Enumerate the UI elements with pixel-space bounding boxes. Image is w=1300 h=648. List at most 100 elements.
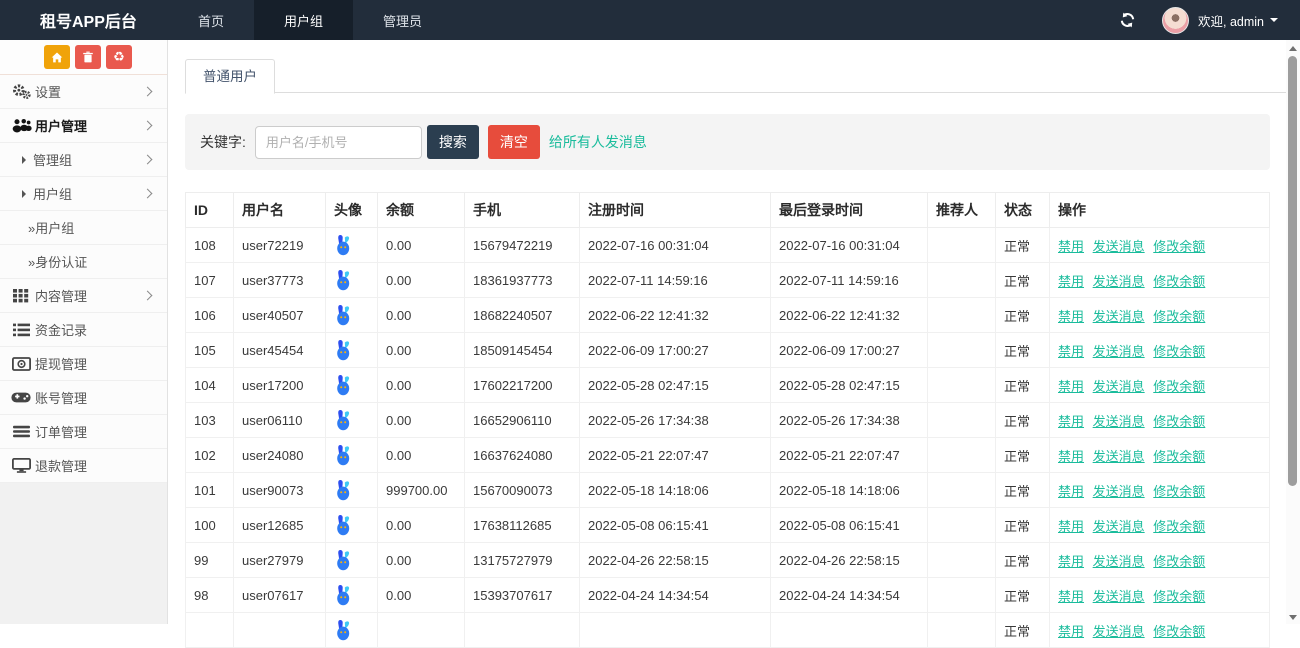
edit-balance-link[interactable]: 修改余额 (1153, 239, 1205, 254)
col-header-status: 状态 (996, 193, 1050, 228)
sidebar-item-label: 管理组 (33, 150, 72, 169)
home-button[interactable] (44, 45, 70, 69)
disable-link[interactable]: 禁用 (1058, 554, 1084, 569)
cell-registered: 2022-05-21 22:07:47 (580, 438, 771, 473)
sidebar: ♻ 设置 用户管理 管理组 用 (0, 40, 168, 624)
sidebar-item-account-management[interactable]: 账号管理 (0, 381, 167, 415)
nav-tab-admin[interactable]: 管理员 (353, 0, 452, 40)
cell-balance: 0.00 (378, 438, 465, 473)
sidebar-item-user-management[interactable]: 用户管理 (0, 109, 167, 143)
nav-tab-home[interactable]: 首页 (168, 0, 254, 40)
send-message-link[interactable]: 发送消息 (1093, 274, 1145, 289)
recycle-button[interactable]: ♻ (106, 45, 132, 69)
sidebar-item-user-group-sub[interactable]: »用户组 (0, 211, 167, 245)
sidebar-item-fund-records[interactable]: 资金记录 (0, 313, 167, 347)
edit-balance-link[interactable]: 修改余额 (1153, 449, 1205, 464)
sidebar-item-admin-group[interactable]: 管理组 (0, 143, 167, 177)
edit-balance-link[interactable]: 修改余额 (1153, 414, 1205, 429)
cell-username: user27979 (234, 543, 326, 578)
col-header-actions: 操作 (1050, 193, 1270, 228)
main-content: 普通用户 关键字: 搜索 清空 给所有人发消息 ID 用户名 头像 余额 手机 … (168, 40, 1286, 624)
send-message-link[interactable]: 发送消息 (1093, 554, 1145, 569)
sidebar-item-identity-verify[interactable]: »身份认证 (0, 245, 167, 279)
cell-actions: 禁用 发送消息 修改余额 (1050, 438, 1270, 473)
cell-registered: 2022-07-11 14:59:16 (580, 263, 771, 298)
sidebar-item-order-management[interactable]: 订单管理 (0, 415, 167, 449)
cell-referrer (928, 613, 996, 648)
edit-balance-link[interactable]: 修改余额 (1153, 379, 1205, 394)
send-message-link[interactable]: 发送消息 (1093, 484, 1145, 499)
cell-status: 正常 (996, 403, 1050, 438)
cell-last-login: 2022-05-21 22:07:47 (771, 438, 928, 473)
disable-link[interactable]: 禁用 (1058, 239, 1084, 254)
sidebar-item-content-management[interactable]: 内容管理 (0, 279, 167, 313)
col-header-balance: 余额 (378, 193, 465, 228)
page-tabbar: 普通用户 (185, 58, 1286, 93)
scroll-up-icon[interactable] (1289, 46, 1297, 51)
table-row: 108 user72219 0.00 15679472219 2022-07-1… (186, 228, 1270, 263)
cell-status: 正常 (996, 228, 1050, 263)
tab-normal-users[interactable]: 普通用户 (185, 59, 275, 94)
disable-link[interactable]: 禁用 (1058, 414, 1084, 429)
edit-balance-link[interactable]: 修改余额 (1153, 274, 1205, 289)
send-message-link[interactable]: 发送消息 (1093, 379, 1145, 394)
send-message-link[interactable]: 发送消息 (1093, 449, 1145, 464)
edit-balance-link[interactable]: 修改余额 (1153, 484, 1205, 499)
disable-link[interactable]: 禁用 (1058, 344, 1084, 359)
send-message-link[interactable]: 发送消息 (1093, 624, 1145, 639)
send-message-link[interactable]: 发送消息 (1093, 239, 1145, 254)
scroll-down-icon[interactable] (1289, 615, 1297, 620)
user-avatar[interactable] (1162, 7, 1189, 34)
user-table: ID 用户名 头像 余额 手机 注册时间 最后登录时间 推荐人 状态 操作 10… (185, 192, 1270, 648)
cell-phone: 16637624080 (465, 438, 580, 473)
sidebar-item-label: 内容管理 (35, 286, 87, 305)
cell-balance (378, 613, 465, 648)
nav-tab-usergroup[interactable]: 用户组 (254, 0, 353, 40)
refresh-icon[interactable] (1119, 12, 1136, 28)
disable-link[interactable]: 禁用 (1058, 309, 1084, 324)
send-message-link[interactable]: 发送消息 (1093, 519, 1145, 534)
cell-registered: 2022-06-22 12:41:32 (580, 298, 771, 333)
scrollbar-thumb[interactable] (1288, 56, 1297, 486)
sidebar-item-user-group[interactable]: 用户组 (0, 177, 167, 211)
edit-balance-link[interactable]: 修改余额 (1153, 519, 1205, 534)
edit-balance-link[interactable]: 修改余额 (1153, 344, 1205, 359)
col-header-registered: 注册时间 (580, 193, 771, 228)
sidebar-item-settings[interactable]: 设置 (0, 75, 167, 109)
rabbit-avatar-icon (334, 619, 354, 641)
disable-link[interactable]: 禁用 (1058, 484, 1084, 499)
cell-referrer (928, 333, 996, 368)
edit-balance-link[interactable]: 修改余额 (1153, 624, 1205, 639)
keyword-input[interactable] (255, 126, 422, 159)
edit-balance-link[interactable]: 修改余额 (1153, 554, 1205, 569)
disable-link[interactable]: 禁用 (1058, 379, 1084, 394)
search-button[interactable]: 搜索 (427, 125, 479, 159)
send-message-link[interactable]: 发送消息 (1093, 589, 1145, 604)
disable-link[interactable]: 禁用 (1058, 274, 1084, 289)
send-message-link[interactable]: 发送消息 (1093, 309, 1145, 324)
table-row: 正常 禁用 发送消息 修改余额 (186, 613, 1270, 648)
disable-link[interactable]: 禁用 (1058, 624, 1084, 639)
table-row: 102 user24080 0.00 16637624080 2022-05-2… (186, 438, 1270, 473)
send-message-link[interactable]: 发送消息 (1093, 344, 1145, 359)
edit-balance-link[interactable]: 修改余额 (1153, 589, 1205, 604)
clear-button[interactable]: 清空 (488, 125, 540, 159)
disable-link[interactable]: 禁用 (1058, 589, 1084, 604)
navbar-right: 欢迎, admin (1119, 0, 1300, 40)
cell-referrer (928, 438, 996, 473)
disable-link[interactable]: 禁用 (1058, 449, 1084, 464)
disable-link[interactable]: 禁用 (1058, 519, 1084, 534)
page-scrollbar[interactable] (1286, 40, 1300, 624)
cell-phone: 18682240507 (465, 298, 580, 333)
cell-status: 正常 (996, 613, 1050, 648)
welcome-dropdown[interactable]: 欢迎, admin (1198, 11, 1278, 30)
cell-status: 正常 (996, 578, 1050, 613)
sidebar-item-label: 资金记录 (35, 320, 87, 339)
sidebar-item-refund-management[interactable]: 退款管理 (0, 449, 167, 483)
trash-button[interactable] (75, 45, 101, 69)
edit-balance-link[interactable]: 修改余额 (1153, 309, 1205, 324)
sidebar-item-withdrawal-management[interactable]: 提现管理 (0, 347, 167, 381)
send-message-link[interactable]: 发送消息 (1093, 414, 1145, 429)
cell-id: 105 (186, 333, 234, 368)
broadcast-message-link[interactable]: 给所有人发消息 (549, 132, 647, 152)
